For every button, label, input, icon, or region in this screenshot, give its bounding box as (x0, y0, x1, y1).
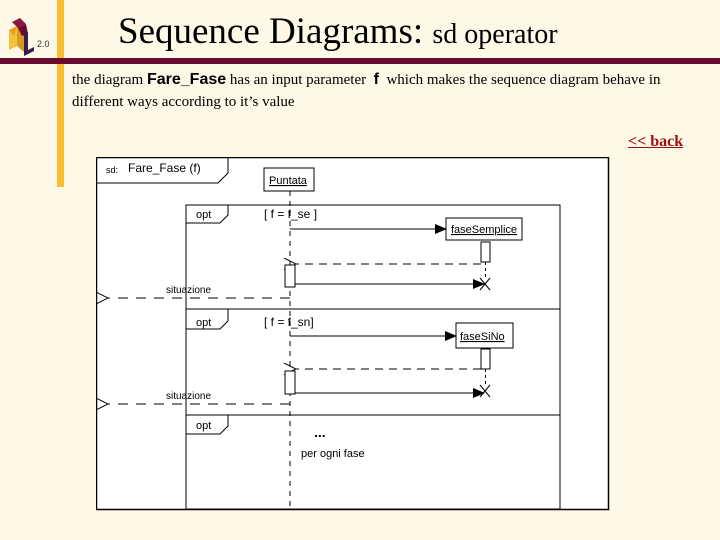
opt-guard: [ f = f_sn] (264, 315, 314, 329)
title-main: Sequence Diagrams: (118, 11, 424, 52)
activation-bar (480, 241, 491, 263)
diagram-name: Fare_Fase (146, 71, 227, 88)
parameter-name: f (373, 71, 379, 88)
description-part1: the diagram (72, 72, 147, 88)
fragment-note: per ogni fase (301, 448, 365, 460)
sequence-diagram: sd: Fare_Fase (f) Puntata opt [ f = f_se… (96, 157, 610, 511)
opt-operator: opt (196, 317, 211, 329)
title-sub: sd operator (432, 19, 558, 50)
opt-guard: [ f = f_se ] (264, 207, 317, 221)
lifeline-puntata-label: Puntata (269, 175, 308, 187)
lifeline-fasesino-label: faseSiNo (460, 331, 505, 343)
return-label: situazione (166, 285, 211, 296)
uml-version-label: 2.0 (37, 39, 50, 49)
description-part2: has an input parameter (226, 72, 370, 88)
sd-label-prefix: sd: (106, 165, 118, 175)
activation-bar (284, 370, 296, 395)
description-text: the diagram Fare_Fase has an input param… (72, 69, 692, 113)
return-label: situazione (166, 391, 211, 402)
opt-operator: opt (196, 420, 211, 432)
opt-operator: opt (196, 209, 211, 221)
uml-logo-icon: 2.0 (9, 18, 50, 56)
sd-label: Fare_Fase (f) (128, 161, 201, 175)
page-title: Sequence Diagrams: sd operator (118, 10, 558, 57)
accent-horizontal-bar (0, 58, 720, 64)
activation-bar (284, 264, 296, 288)
back-link[interactable]: << back (628, 133, 683, 151)
lifeline-fasesemplice-label: faseSemplice (451, 224, 517, 236)
ellipsis: ... (314, 424, 326, 440)
activation-bar (480, 348, 491, 370)
accent-vertical-bar (57, 0, 64, 187)
